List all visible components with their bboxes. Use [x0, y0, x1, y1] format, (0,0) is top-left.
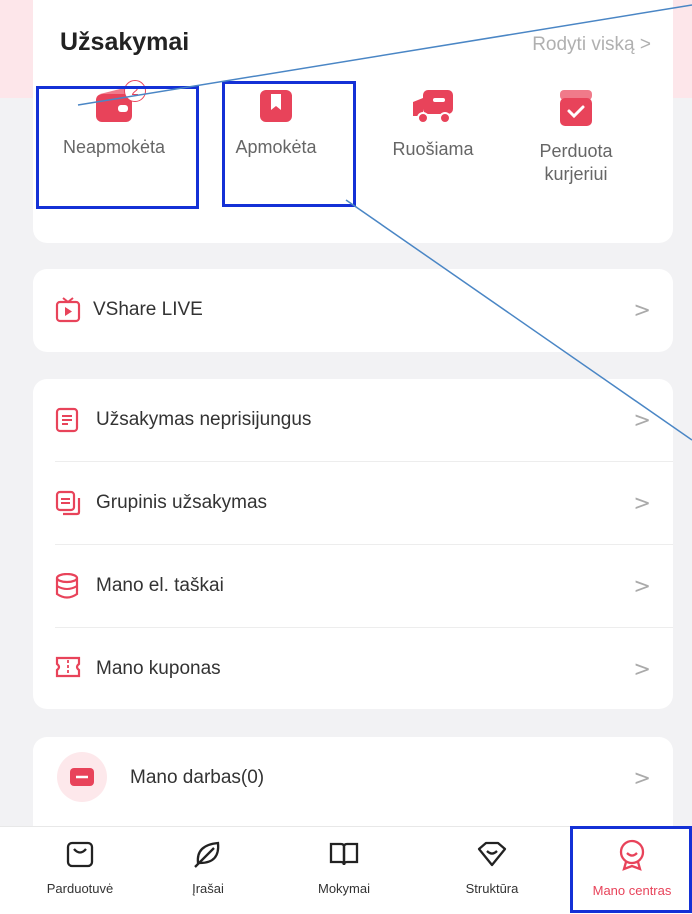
callout-line-paid	[345, 199, 692, 441]
callout-line-unpaid	[77, 4, 692, 106]
callout-lines	[77, 4, 692, 441]
